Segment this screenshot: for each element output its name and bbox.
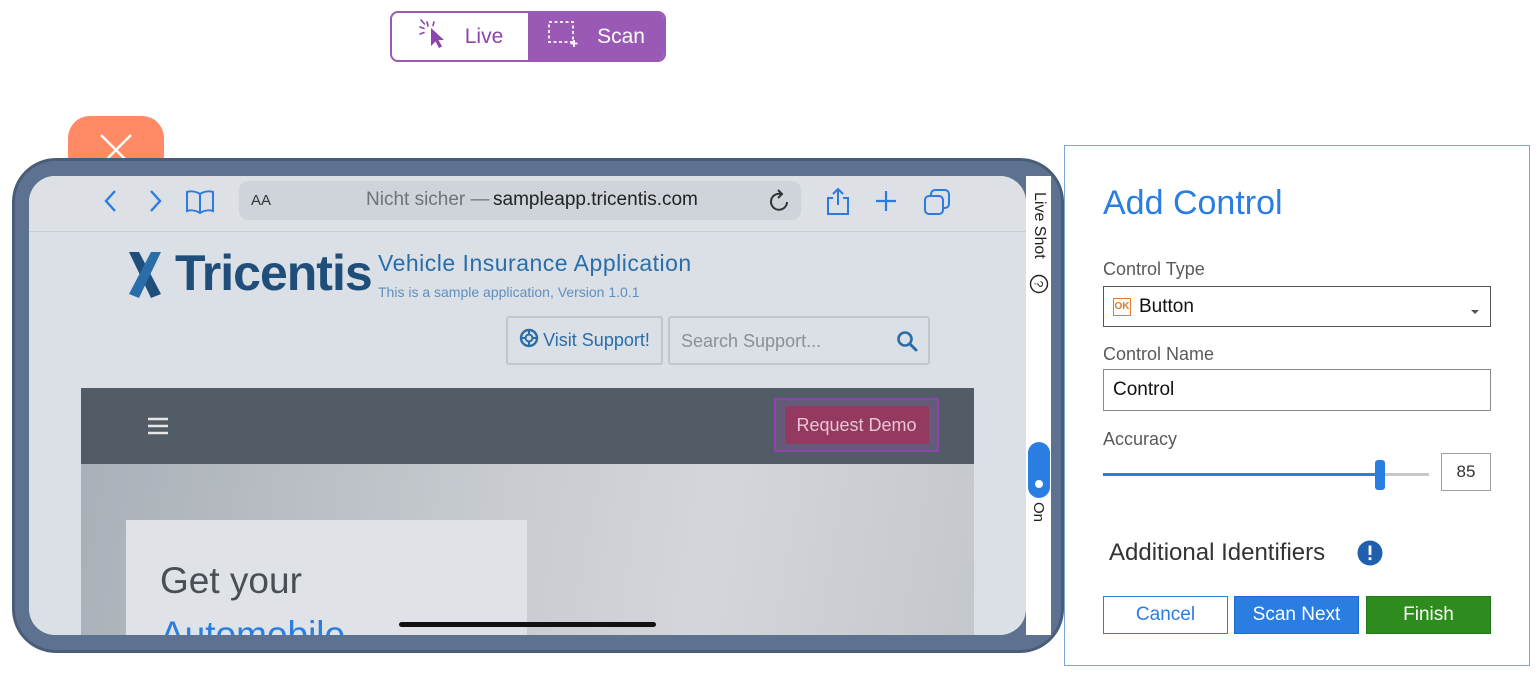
chevron-down-icon [1470, 300, 1480, 322]
svg-text:?: ? [1032, 281, 1046, 288]
toggle-state-label: On [1030, 502, 1047, 523]
selection-area-icon [547, 20, 579, 54]
live-shot-label-wrap: Live Shot ? [1028, 192, 1050, 298]
live-shot-label: Live Shot [1031, 192, 1048, 259]
forward-icon[interactable] [145, 186, 165, 223]
accuracy-label: Accuracy [1103, 429, 1178, 449]
hamburger-menu-icon[interactable] [148, 416, 168, 441]
slider-fill [1103, 473, 1381, 476]
new-tab-icon[interactable] [874, 189, 898, 218]
request-demo-highlight: Request Demo [774, 398, 939, 452]
button-type-icon: OK [1113, 297, 1131, 316]
app-title: Vehicle Insurance Application [378, 250, 692, 276]
back-icon[interactable] [101, 186, 121, 223]
live-mode-label: Live [464, 24, 504, 48]
panel-title: Add Control [1103, 184, 1283, 222]
control-type-select[interactable]: OK Button [1103, 286, 1491, 327]
tabs-overview-icon[interactable] [923, 188, 951, 221]
reload-icon[interactable] [769, 189, 791, 218]
accuracy-slider[interactable] [1103, 457, 1429, 491]
cursor-click-icon [417, 18, 451, 55]
mode-toggle: Live Scan [390, 11, 666, 62]
help-icon[interactable]: ? [1029, 274, 1049, 299]
cancel-button[interactable]: Cancel [1103, 596, 1228, 634]
control-type-label: Control Type [1103, 259, 1205, 279]
hero-card: Get your Automobile [126, 520, 527, 635]
control-name-input[interactable]: Control [1103, 369, 1491, 411]
app-subtitle: This is a sample application, Version 1.… [378, 284, 640, 300]
hero-heading-line2: Automobile [160, 614, 346, 635]
url-security-prefix: Nicht sicher — [366, 189, 490, 210]
url-domain: sampleapp.tricentis.com [493, 189, 698, 210]
device-screen: AA Nicht sicher — sampleapp.tricentis.co… [29, 176, 1026, 635]
info-icon[interactable] [1357, 540, 1383, 571]
address-bar[interactable]: AA Nicht sicher — sampleapp.tricentis.co… [239, 181, 801, 220]
text-size-button[interactable]: AA [251, 192, 271, 209]
hero-heading-line1: Get your [160, 560, 302, 601]
search-icon[interactable] [896, 330, 918, 357]
add-control-panel: Add Control Control Type OK Button Contr… [1064, 145, 1530, 666]
control-type-value: Button [1139, 295, 1194, 317]
scan-next-button[interactable]: Scan Next [1234, 596, 1359, 634]
scan-mode-label: Scan [597, 24, 645, 48]
toggle-knob [1035, 480, 1043, 488]
visit-support-label: Visit Support! [543, 330, 650, 350]
bookmarks-icon[interactable] [185, 189, 215, 220]
finish-button[interactable]: Finish [1366, 596, 1491, 634]
live-mode-button[interactable]: Live [392, 13, 528, 60]
live-shot-panel: Live Shot ? On [1026, 176, 1051, 635]
search-support-input[interactable]: Search Support... [668, 316, 930, 365]
share-icon[interactable] [825, 186, 851, 221]
request-demo-button[interactable]: Request Demo [784, 406, 929, 444]
control-name-label: Control Name [1103, 344, 1215, 364]
tricentis-logo-text: Tricentis [175, 245, 373, 301]
visit-support-button[interactable]: Visit Support! [506, 316, 663, 365]
control-name-value: Control [1113, 379, 1175, 400]
additional-identifiers-label: Additional Identifiers [1109, 539, 1326, 566]
lifebuoy-icon [519, 328, 539, 353]
scan-mode-button[interactable]: Scan [528, 13, 664, 60]
accuracy-value-input[interactable]: 85 [1441, 453, 1491, 491]
slider-thumb[interactable] [1375, 460, 1386, 490]
live-shot-toggle[interactable] [1028, 442, 1050, 498]
search-support-placeholder: Search Support... [681, 331, 822, 351]
home-indicator [399, 622, 656, 627]
tricentis-logo-icon [123, 248, 167, 307]
